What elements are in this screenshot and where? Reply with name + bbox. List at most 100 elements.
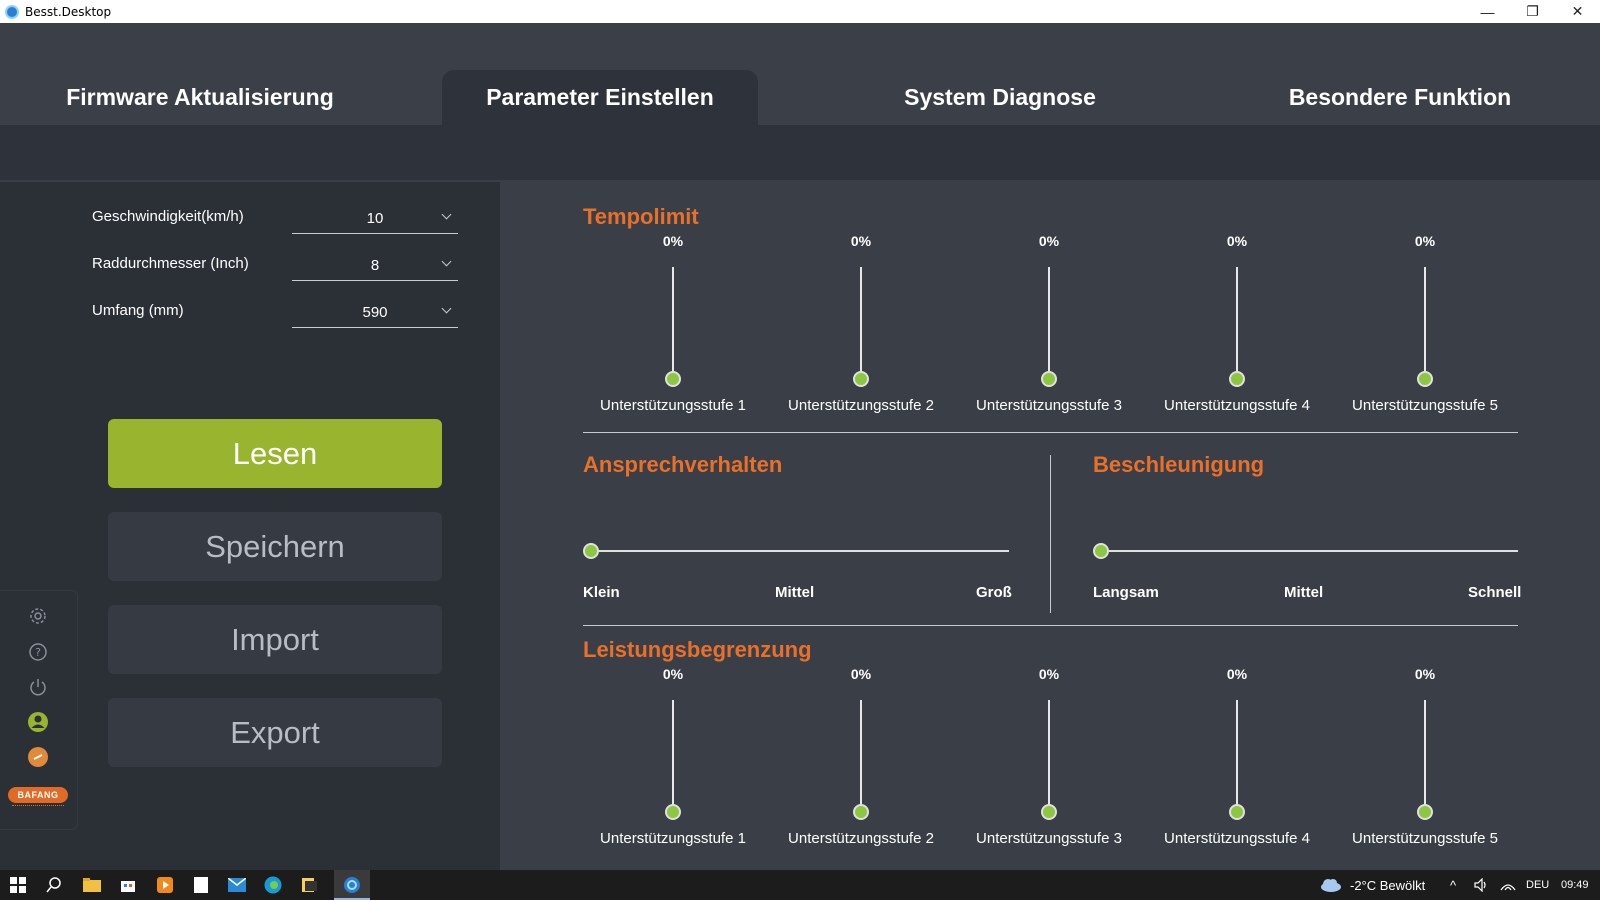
minimize-button[interactable]: — [1465, 0, 1510, 23]
save-button[interactable]: Speichern [108, 512, 442, 581]
app-taskbar-icon[interactable] [299, 875, 319, 895]
ansprechverhalten-slider[interactable] [591, 550, 1009, 552]
speed-value: 10 [366, 210, 384, 227]
gear-icon[interactable] [27, 605, 49, 627]
circumference-value: 590 [362, 304, 388, 321]
network-icon[interactable] [1500, 870, 1516, 900]
windows-start-icon[interactable] [8, 875, 28, 895]
bafang-logo: BAFANG [8, 787, 68, 803]
tempolimit-slider-1[interactable] [672, 267, 674, 379]
ansprechverhalten-label-mittel: Mittel [775, 584, 815, 601]
beschleunigung-label-mittel: Mittel [1284, 584, 1324, 601]
besst-desktop-icon[interactable] [342, 875, 362, 895]
leistung-label-1: Unterstützungsstufe 1 [600, 830, 746, 847]
speed-label: Geschwindigkeit(km/h) [92, 208, 244, 225]
divider [583, 432, 1518, 433]
beschleunigung-slider[interactable] [1101, 550, 1518, 552]
volume-icon[interactable] [1474, 870, 1490, 900]
file-explorer-icon[interactable] [82, 875, 102, 895]
tempolimit-slider-3[interactable] [1048, 267, 1050, 379]
beschleunigung-slider-handle[interactable] [1093, 543, 1109, 559]
export-button[interactable]: Export [108, 698, 442, 767]
cloud-icon [1321, 879, 1341, 892]
tab-besondere[interactable]: Besondere Funktion [1200, 70, 1600, 125]
weather-widget[interactable]: -2°C Bewölkt [1318, 870, 1425, 900]
tab-parameter[interactable]: Parameter Einstellen [442, 70, 758, 125]
tempolimit-value-1: 0% [662, 233, 684, 249]
tempolimit-slider-2-handle[interactable] [853, 371, 869, 387]
chevron-down-icon [441, 303, 452, 314]
tempolimit-slider-5[interactable] [1424, 267, 1426, 379]
read-button[interactable]: Lesen [108, 419, 442, 488]
restore-button[interactable]: ❐ [1510, 0, 1555, 23]
leistung-slider-5[interactable] [1424, 700, 1426, 812]
ansprechverhalten-label-gross: Groß [976, 584, 1012, 601]
tray-chevron-up-icon[interactable]: ^ [1450, 870, 1456, 900]
tempolimit-label-4: Unterstützungsstufe 4 [1164, 397, 1310, 414]
right-panel: Tempolimit 0% Unterstützungsstufe 1 0% U… [500, 182, 1600, 870]
chevron-down-icon [441, 256, 452, 267]
import-button[interactable]: Import [108, 605, 442, 674]
link-icon[interactable] [27, 746, 49, 768]
help-icon[interactable]: ? [27, 641, 49, 663]
tempolimit-label-1: Unterstützungsstufe 1 [600, 397, 746, 414]
vertical-divider [1050, 455, 1051, 613]
user-icon[interactable] [27, 711, 49, 733]
tempolimit-slider-1-handle[interactable] [665, 371, 681, 387]
chevron-down-icon [441, 209, 452, 220]
language-indicator[interactable]: DEU [1526, 870, 1549, 900]
store-icon[interactable] [118, 875, 138, 895]
tempolimit-slider-2[interactable] [860, 267, 862, 379]
logo-tagline [12, 805, 64, 808]
weather-text: -2°C Bewölkt [1350, 877, 1426, 893]
leistung-slider-1[interactable] [672, 700, 674, 812]
svg-text:?: ? [35, 646, 41, 659]
window-controls: — ❐ ✕ [1465, 0, 1600, 23]
wheel-select[interactable]: 8 [292, 251, 458, 281]
leistung-slider-3-handle[interactable] [1041, 804, 1057, 820]
tempolimit-slider-4-handle[interactable] [1229, 371, 1245, 387]
beschleunigung-label-langsam: Langsam [1093, 584, 1159, 601]
power-icon[interactable] [27, 676, 49, 698]
tempolimit-label-5: Unterstützungsstufe 5 [1352, 397, 1498, 414]
notepad-icon[interactable] [191, 875, 211, 895]
circumference-label: Umfang (mm) [92, 302, 184, 319]
leistung-label-2: Unterstützungsstufe 2 [788, 830, 934, 847]
leistung-slider-4-handle[interactable] [1229, 804, 1245, 820]
leistung-slider-5-handle[interactable] [1417, 804, 1433, 820]
leistung-value-2: 0% [850, 666, 872, 682]
side-toolbar: ? BAFANG [0, 590, 78, 830]
app-icon [5, 4, 19, 19]
tempolimit-slider-4[interactable] [1236, 267, 1238, 379]
leistung-slider-2[interactable] [860, 700, 862, 812]
tempolimit-slider-5-handle[interactable] [1417, 371, 1433, 387]
tempolimit-value-5: 0% [1414, 233, 1436, 249]
search-icon[interactable] [44, 875, 64, 895]
ansprechverhalten-slider-handle[interactable] [583, 543, 599, 559]
mail-icon[interactable] [227, 875, 247, 895]
leistung-slider-3[interactable] [1048, 700, 1050, 812]
clock[interactable]: 09:49 [1561, 870, 1589, 900]
leistung-slider-4[interactable] [1236, 700, 1238, 812]
tempolimit-label-3: Unterstützungsstufe 3 [976, 397, 1122, 414]
speed-select[interactable]: 10 [292, 204, 458, 234]
divider [583, 625, 1518, 626]
taskbar: -2°C Bewölkt ^ DEU 09:49 [0, 870, 1600, 900]
leistung-value-5: 0% [1414, 666, 1436, 682]
leistung-slider-1-handle[interactable] [665, 804, 681, 820]
wheel-label: Raddurchmesser (Inch) [92, 255, 249, 272]
title-bar: Besst.Desktop — ❐ ✕ [0, 0, 1600, 23]
tab-bar: Firmware Aktualisierung Parameter Einste… [0, 23, 1600, 125]
media-player-icon[interactable] [155, 875, 175, 895]
edge-browser-icon[interactable] [263, 875, 283, 895]
tempolimit-value-3: 0% [1038, 233, 1060, 249]
leistung-slider-2-handle[interactable] [853, 804, 869, 820]
sub-bar [0, 125, 1600, 182]
tab-firmware[interactable]: Firmware Aktualisierung [0, 70, 400, 125]
wheel-value: 8 [370, 257, 380, 274]
tab-diagnose[interactable]: System Diagnose [800, 70, 1200, 125]
close-button[interactable]: ✕ [1555, 0, 1600, 23]
leistung-label-3: Unterstützungsstufe 3 [976, 830, 1122, 847]
circumference-select[interactable]: 590 [292, 298, 458, 328]
tempolimit-slider-3-handle[interactable] [1041, 371, 1057, 387]
